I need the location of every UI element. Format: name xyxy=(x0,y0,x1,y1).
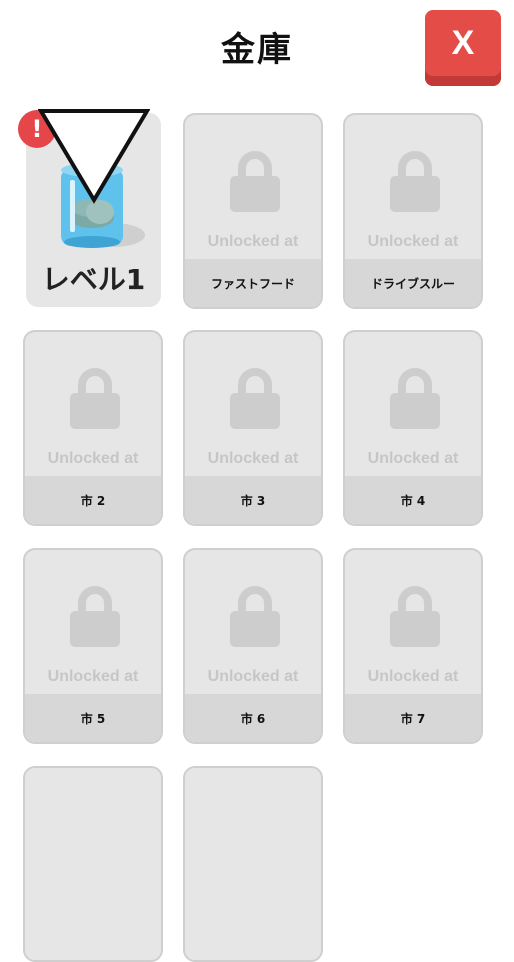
card-name: 市 5 xyxy=(25,694,161,742)
card-name: ファストフード xyxy=(185,259,321,307)
locked-card-drive-thru[interactable]: Unlocked at ドライブスルー xyxy=(343,113,483,309)
card-name: 市 3 xyxy=(185,476,321,524)
locked-card-partial[interactable] xyxy=(23,766,163,962)
card-name: 市 2 xyxy=(25,476,161,524)
unlock-text: Unlocked at xyxy=(367,233,459,250)
locked-card-partial[interactable] xyxy=(183,766,323,962)
locked-card-city-4[interactable]: Unlocked at 市 4 xyxy=(343,330,483,526)
lock-icon xyxy=(230,586,280,647)
lock-icon xyxy=(70,586,120,647)
close-button[interactable]: X xyxy=(425,10,501,86)
lock-icon xyxy=(390,586,440,647)
unlock-text: Unlocked at xyxy=(207,668,299,685)
lock-icon xyxy=(230,368,280,429)
card-name: 市 6 xyxy=(185,694,321,742)
locked-card-fast-food[interactable]: Unlocked at ファストフード xyxy=(183,113,323,309)
unlock-text: Unlocked at xyxy=(207,450,299,467)
unlock-text: Unlocked at xyxy=(47,668,139,685)
card-name: ドライブスルー xyxy=(345,259,481,307)
lock-icon xyxy=(390,368,440,429)
unlock-text: Unlocked at xyxy=(47,450,139,467)
locked-card-city-6[interactable]: Unlocked at 市 6 xyxy=(183,548,323,744)
level-label: レベル1 xyxy=(41,263,146,296)
lock-icon xyxy=(390,151,440,212)
locked-card-city-2[interactable]: Unlocked at 市 2 xyxy=(23,330,163,526)
locked-card-city-3[interactable]: Unlocked at 市 3 xyxy=(183,330,323,526)
pointer-triangle-icon xyxy=(38,109,150,204)
lock-icon xyxy=(230,151,280,212)
lock-icon xyxy=(70,368,120,429)
unlock-text: Unlocked at xyxy=(207,233,299,250)
card-name: 市 4 xyxy=(345,476,481,524)
locked-card-city-7[interactable]: Unlocked at 市 7 xyxy=(343,548,483,744)
unlock-text: Unlocked at xyxy=(367,450,459,467)
unlock-text: Unlocked at xyxy=(367,668,459,685)
card-name: 市 7 xyxy=(345,694,481,742)
locked-card-city-5[interactable]: Unlocked at 市 5 xyxy=(23,548,163,744)
